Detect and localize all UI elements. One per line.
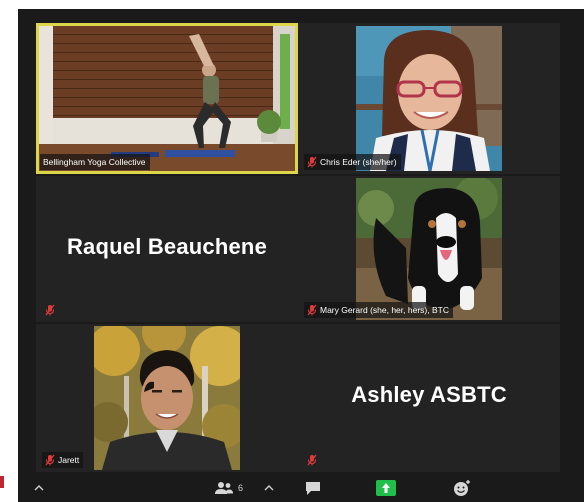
participant-name: Bellingham Yoga Collective xyxy=(43,157,146,167)
mic-muted-icon xyxy=(45,304,55,316)
participant-display-name: Raquel Beauchene xyxy=(66,234,268,259)
participants-count: 6 xyxy=(238,483,244,493)
mic-muted-icon xyxy=(307,304,317,316)
participant-name: Chris Eder (she/her) xyxy=(320,157,397,167)
chat-icon xyxy=(306,482,320,495)
participant-name-tag xyxy=(42,302,59,318)
participant-display-name: Ashley ASBTC xyxy=(351,382,507,407)
meeting-toolbar: 6 xyxy=(18,474,584,502)
man-autumn-video xyxy=(94,326,240,470)
participant-name: Jarett xyxy=(58,455,80,465)
video-tile-mary-gerard[interactable]: Mary Gerard (she, her, hers), BTC xyxy=(298,176,560,322)
reactions-icon xyxy=(454,480,470,496)
participant-name-tag xyxy=(304,452,321,468)
participant-name-tag: Bellingham Yoga Collective xyxy=(40,154,150,170)
video-tile-chris-eder[interactable]: Chris Eder (she/her) xyxy=(298,23,560,174)
participant-name-tag: Jarett xyxy=(42,452,84,468)
woman-glasses-video xyxy=(356,26,502,171)
chevron-up-icon[interactable] xyxy=(34,478,44,498)
video-tile-bellingham-yoga[interactable]: Bellingham Yoga Collective xyxy=(36,23,298,174)
mic-muted-icon xyxy=(45,454,55,466)
mic-muted-icon xyxy=(307,454,317,466)
participant-name-tag: Mary Gerard (she, her, hers), BTC xyxy=(304,302,453,318)
mic-muted-icon xyxy=(307,156,317,168)
chevron-up-icon xyxy=(264,485,274,491)
dog-video xyxy=(356,178,502,320)
share-screen-icon xyxy=(376,480,396,496)
participants-icon xyxy=(215,482,233,494)
yoga-studio-video xyxy=(39,26,295,171)
participant-name: Mary Gerard (she, her, hers), BTC xyxy=(320,305,449,315)
video-tile-jarett[interactable]: Jarett xyxy=(36,324,298,472)
edge-marker xyxy=(0,476,4,488)
participant-name-tag: Chris Eder (she/her) xyxy=(304,154,401,170)
reactions-button[interactable] xyxy=(452,478,472,498)
share-screen-button[interactable] xyxy=(376,478,396,498)
participants-options-chevron[interactable] xyxy=(264,478,274,498)
video-tile-ashley-asbtc[interactable]: Ashley ASBTC xyxy=(298,324,560,472)
participants-button[interactable]: 6 xyxy=(214,478,243,498)
chat-button[interactable] xyxy=(304,478,322,498)
meeting-window: Bellingham Yoga Collective Chris Eder (s… xyxy=(18,9,584,502)
video-tile-raquel-beauchene[interactable]: Raquel Beauchene xyxy=(36,176,298,322)
